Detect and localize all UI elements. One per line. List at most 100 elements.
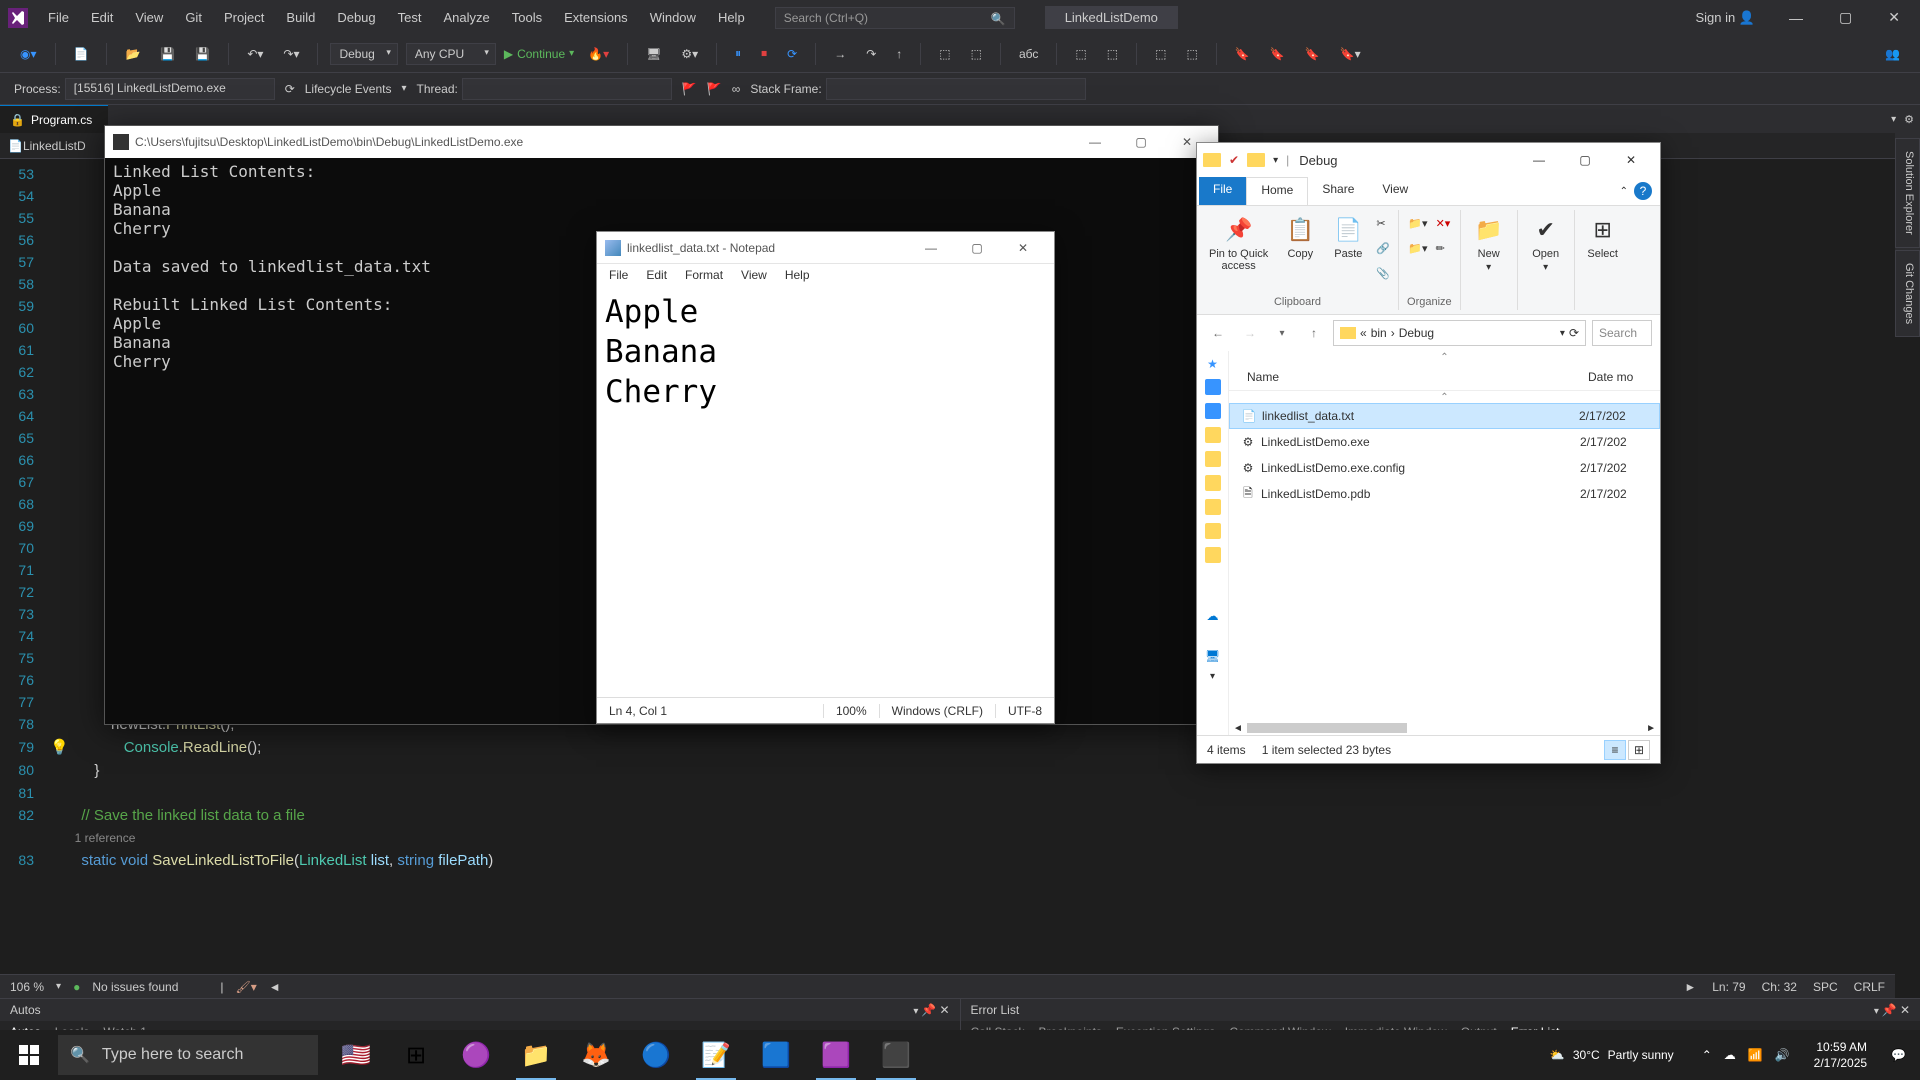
flag2-icon[interactable]: 🚩	[707, 82, 722, 96]
ribbon-tab-home[interactable]: Home	[1246, 177, 1308, 205]
menu-extensions[interactable]: Extensions	[554, 6, 638, 29]
app-visual-studio[interactable]: 🟪	[806, 1030, 866, 1080]
copy-to-button[interactable]: 📁▾	[1408, 237, 1427, 259]
bookmark-clear-icon[interactable]: 🔖▾	[1334, 44, 1367, 64]
open-button[interactable]: ✔ Open▾	[1526, 212, 1566, 275]
bookmark-prev-icon[interactable]: 🔖	[1264, 44, 1291, 64]
thread-dropdown[interactable]	[462, 78, 672, 100]
scroll-left-icon[interactable]: ◄	[269, 980, 281, 994]
menu-test[interactable]: Test	[388, 6, 432, 29]
open-icon[interactable]: 📂	[119, 44, 146, 64]
scroll-right-icon[interactable]: ►	[1684, 980, 1696, 994]
toolbar-icon-a[interactable]: ⬚	[933, 44, 956, 64]
wifi-icon[interactable]: 📶	[1748, 1048, 1763, 1062]
undo-icon[interactable]: ↶▾	[241, 44, 269, 64]
toolbar-icon-g[interactable]: ⬚	[1180, 44, 1203, 64]
menu-window[interactable]: Window	[640, 6, 706, 29]
toolbar-icon-e[interactable]: ⬚	[1101, 44, 1124, 64]
ribbon-collapse-icon[interactable]: ⌃	[1620, 186, 1628, 197]
rename-button[interactable]: ✏	[1436, 237, 1451, 259]
notepad-titlebar[interactable]: linkedlist_data.txt - Notepad — ▢ ✕	[597, 232, 1054, 264]
menu-edit[interactable]: Edit	[81, 6, 123, 29]
qat-dropdown-icon[interactable]: ▾	[1273, 155, 1278, 166]
volume-icon[interactable]: 🔊	[1775, 1048, 1790, 1062]
menu-git[interactable]: Git	[175, 6, 212, 29]
tabs-overflow-icon[interactable]: ▾	[1891, 114, 1896, 125]
minimize-button[interactable]: —	[908, 232, 954, 264]
app-taskview[interactable]: ⊞	[386, 1030, 446, 1080]
npmenu-edit[interactable]: Edit	[638, 266, 675, 286]
path-debug[interactable]: Debug	[1399, 326, 1434, 340]
path-bin[interactable]: bin	[1371, 326, 1387, 340]
file-row[interactable]: ⚙LinkedListDemo.exe2/17/202	[1229, 429, 1660, 455]
move-to-button[interactable]: 📁▾	[1408, 212, 1427, 234]
stackframe-dropdown[interactable]	[826, 78, 1086, 100]
app-firefox[interactable]: 🦊	[566, 1030, 626, 1080]
pin-quick-access-button[interactable]: 📌 Pin to Quick access	[1205, 212, 1272, 274]
save-icon[interactable]: 💾	[154, 44, 181, 64]
menu-help[interactable]: Help	[708, 6, 755, 29]
menu-debug[interactable]: Debug	[327, 6, 385, 29]
brush-icon[interactable]: 🖌▾	[236, 980, 257, 994]
maximize-button[interactable]: ▢	[1827, 5, 1864, 30]
minimize-button[interactable]: —	[1072, 126, 1118, 158]
delete-button[interactable]: ✕▾	[1436, 212, 1451, 234]
toolbox-icon[interactable]: ⚙▾	[675, 44, 704, 64]
continue-button[interactable]: ▶ Continue ▾	[504, 47, 574, 61]
paste-shortcut-button[interactable]: 📎	[1376, 262, 1390, 284]
back-button[interactable]: ◉▾	[14, 44, 43, 64]
taskbar-clock[interactable]: 10:59 AM 2/17/2025	[1804, 1039, 1877, 1071]
toolbar-icon-c[interactable]: абс	[1013, 44, 1044, 64]
pause-icon[interactable]: ⏸	[729, 43, 747, 64]
menu-analyze[interactable]: Analyze	[433, 6, 499, 29]
copy-button[interactable]: 📋 Copy	[1280, 212, 1320, 262]
col-name[interactable]: Name	[1239, 370, 1580, 384]
bookmark-next-icon[interactable]: 🔖	[1299, 44, 1326, 64]
app-word[interactable]: 🟦	[746, 1030, 806, 1080]
tab-git-changes[interactable]: Git Changes	[1895, 250, 1920, 337]
npmenu-file[interactable]: File	[601, 266, 636, 286]
save-all-icon[interactable]: 💾	[189, 44, 216, 64]
col-date[interactable]: Date mo	[1580, 370, 1660, 384]
bookmark-icon[interactable]: 🔖	[1229, 44, 1256, 64]
configuration-dropdown[interactable]: Debug	[330, 43, 397, 65]
settings-icon[interactable]: ⚙	[1904, 113, 1914, 126]
menu-file[interactable]: File	[38, 6, 79, 29]
restart-icon[interactable]: ⟳	[781, 44, 803, 64]
app-flag[interactable]: 🇺🇸	[326, 1030, 386, 1080]
history-dropdown[interactable]: ▾	[1269, 320, 1295, 346]
new-item-icon[interactable]: 📄	[68, 44, 95, 64]
close-button[interactable]: ✕	[1000, 232, 1046, 264]
step-over-icon[interactable]: ↷	[860, 44, 882, 64]
copy-path-button[interactable]: 🔗	[1376, 237, 1390, 259]
up-button[interactable]: ↑	[1301, 320, 1327, 346]
npmenu-help[interactable]: Help	[777, 266, 818, 286]
tab-program-cs[interactable]: 🔒 Program.cs	[0, 105, 108, 133]
close-button[interactable]: ✕	[1876, 5, 1912, 30]
explorer-search[interactable]: Search	[1592, 320, 1652, 346]
step-out-icon[interactable]: ↑	[890, 44, 908, 64]
tray-expand-icon[interactable]: ⌃	[1702, 1048, 1712, 1062]
forward-button[interactable]: →	[1237, 320, 1263, 346]
redo-icon[interactable]: ↷▾	[277, 44, 305, 64]
address-path[interactable]: « bin › Debug ▾ ⟳	[1333, 320, 1586, 346]
column-headers[interactable]: Name Date mo	[1229, 363, 1660, 391]
cut-button[interactable]: ✂	[1376, 212, 1390, 234]
process-dropdown[interactable]: [15516] LinkedListDemo.exe	[65, 78, 275, 100]
details-view-button[interactable]: ≡	[1604, 740, 1626, 760]
close-icon[interactable]: ✕	[939, 1003, 949, 1017]
minimize-button[interactable]: —	[1777, 6, 1815, 30]
vs-search-box[interactable]: Search (Ctrl+Q) 🔍	[775, 7, 1015, 29]
system-tray[interactable]: ⌃ ☁ 📶 🔊	[1694, 1048, 1798, 1062]
signin-button[interactable]: Sign in 👤	[1685, 6, 1765, 30]
app-notepad[interactable]: 📝	[686, 1030, 746, 1080]
scroll-up-icon[interactable]: ⌃	[1229, 351, 1660, 363]
file-row[interactable]: ⚙LinkedListDemo.exe.config2/17/202	[1229, 455, 1660, 481]
close-button[interactable]: ✕	[1608, 144, 1654, 176]
close-icon[interactable]: ✕	[1900, 1003, 1910, 1017]
start-button[interactable]	[0, 1030, 58, 1080]
toolbar-icon-b[interactable]: ⬚	[965, 44, 988, 64]
minimize-button[interactable]: —	[1516, 144, 1562, 176]
help-icon[interactable]: ?	[1634, 182, 1652, 200]
live-share-icon[interactable]: 👥	[1879, 44, 1906, 64]
